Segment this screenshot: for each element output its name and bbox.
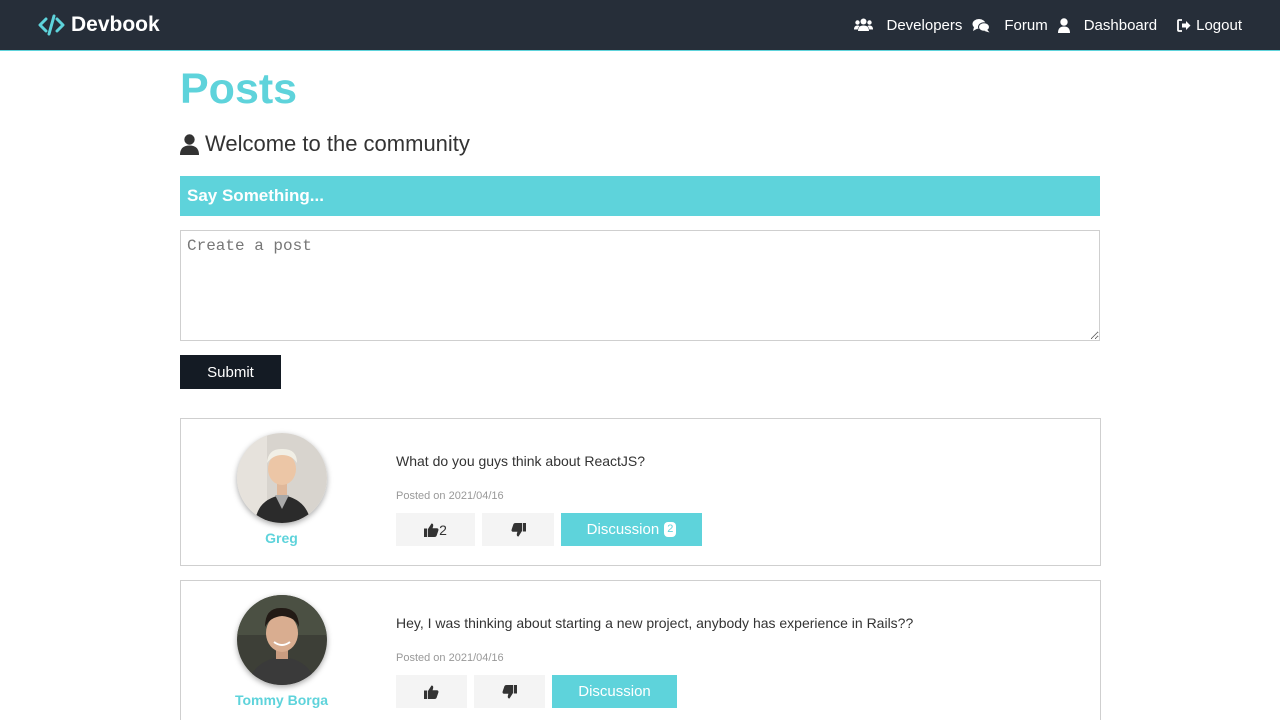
post-author[interactable]: Greg	[181, 530, 382, 546]
post-author[interactable]: Tommy Borga	[181, 692, 382, 708]
nav-links: Developers Forum Dashboard Logout	[853, 0, 1242, 50]
users-icon	[853, 18, 873, 32]
avatar[interactable]	[237, 433, 327, 523]
nav-developers-label: Developers	[886, 16, 963, 34]
post-date-prefix: Posted on	[396, 652, 446, 664]
sign-out-icon	[1177, 18, 1191, 32]
post-actions: Discussion	[396, 675, 677, 708]
nav-dashboard[interactable]: Dashboard	[1057, 16, 1158, 34]
thumbs-down-icon	[502, 684, 517, 699]
nav-dashboard-label: Dashboard	[1083, 16, 1158, 34]
user-icon	[1057, 17, 1070, 33]
lead-text-row: Welcome to the community	[180, 131, 470, 157]
submit-button[interactable]: Submit	[180, 355, 281, 389]
dislike-button[interactable]	[474, 675, 545, 708]
post-date-prefix: Posted on	[396, 490, 446, 502]
create-post-input[interactable]	[180, 230, 1100, 341]
avatar[interactable]	[237, 595, 327, 685]
post-date-value: 2021/04/16	[448, 652, 504, 664]
post-date-value: 2021/04/16	[448, 490, 504, 502]
post-form-header: Say Something...	[180, 176, 1100, 216]
post-date: Posted on 2021/04/16	[396, 652, 504, 664]
brand-link[interactable]: Devbook	[38, 12, 160, 38]
thumbs-up-icon	[424, 523, 439, 537]
discussion-label: Discussion	[586, 521, 660, 538]
like-button[interactable]: 2	[396, 513, 475, 546]
post-date: Posted on 2021/04/16	[396, 490, 504, 502]
comment-count-badge: 2	[664, 522, 677, 537]
nav-logout-label: Logout	[1196, 16, 1242, 34]
dislike-button[interactable]	[482, 513, 554, 546]
user-icon	[180, 133, 199, 155]
nav-developers[interactable]: Developers	[853, 16, 963, 34]
page-title: Posts	[180, 65, 298, 113]
comments-icon	[972, 18, 991, 33]
post-item: Tommy Borga Hey, I was thinking about st…	[180, 580, 1101, 720]
post-item: Greg What do you guys think about ReactJ…	[180, 418, 1101, 566]
thumbs-up-icon	[424, 685, 439, 699]
lead-text: Welcome to the community	[205, 131, 470, 156]
discussion-button[interactable]: Discussion	[552, 675, 677, 708]
post-actions: 2 Discussion 2	[396, 513, 702, 546]
nav-forum[interactable]: Forum	[972, 16, 1048, 34]
like-count: 2	[439, 521, 447, 538]
nav-logout[interactable]: Logout	[1177, 17, 1242, 34]
brand-name: Devbook	[71, 13, 160, 36]
post-text: What do you guys think about ReactJS?	[396, 453, 646, 469]
like-button[interactable]	[396, 675, 467, 708]
discussion-button[interactable]: Discussion 2	[561, 513, 702, 546]
thumbs-down-icon	[511, 522, 526, 537]
post-text: Hey, I was thinking about starting a new…	[396, 615, 914, 631]
nav-forum-label: Forum	[1004, 16, 1048, 34]
navbar: Devbook Developers Forum Dashboard Logou…	[0, 0, 1280, 51]
code-icon	[38, 14, 65, 36]
discussion-label: Discussion	[578, 683, 651, 700]
